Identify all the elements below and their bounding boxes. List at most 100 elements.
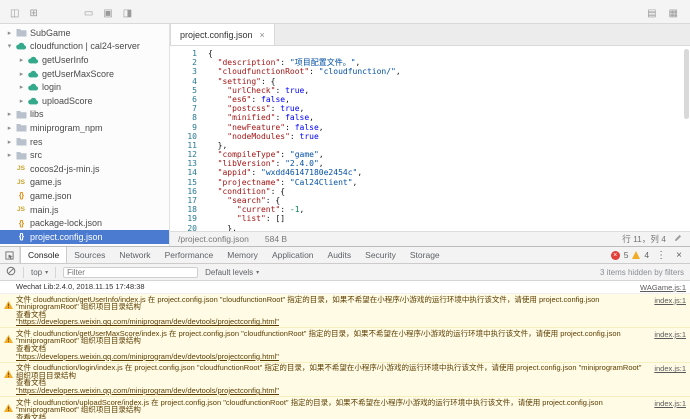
devtools-tab-audits[interactable]: Audits	[321, 247, 359, 263]
layout-row-icon[interactable]: ▭	[84, 8, 93, 19]
warning-badge-icon[interactable]	[632, 251, 641, 259]
devtools-tab-network[interactable]: Network	[112, 247, 157, 263]
clear-console-icon[interactable]	[6, 266, 16, 278]
console-filter-input[interactable]	[63, 266, 199, 278]
doc-link[interactable]: "https://developers.weixin.qq.com/minipr…	[16, 386, 279, 395]
console-source-link[interactable]: index.js:1	[654, 399, 686, 419]
line-number: 17	[187, 196, 197, 205]
tree-item-miniprogram-npm[interactable]: ▸ miniprogram_npm	[0, 121, 169, 135]
layout-box-icon[interactable]: ▣	[103, 8, 112, 19]
line-number: 16	[187, 186, 197, 196]
wechat-devtools-window: ◫ ⊞ ▭ ▣ ◨ ▤ ▦ ▸ SubGame ▾ cloudfunction | cal24…	[0, 0, 690, 419]
log-levels-dropdown[interactable]: Default levels ▾	[205, 268, 259, 277]
editor-tabstrip: project.config.json ×	[170, 24, 690, 46]
chevron-collapsed-icon[interactable]: ▸	[17, 97, 26, 105]
tree-item-main-js[interactable]: JS main.js	[0, 203, 169, 217]
code-line: "projectname": "Cal24Client",	[217, 177, 358, 187]
tree-item-project-config-json[interactable]: {} project.config.json	[0, 229, 169, 244]
tree-item-game-js[interactable]: JS game.js	[0, 176, 169, 190]
tree-item-getusermaxscore[interactable]: ▸ getUserMaxScore	[0, 67, 169, 81]
editor-scrollbar[interactable]	[684, 49, 689, 119]
line-number: 8	[192, 113, 197, 123]
line-number: 14	[187, 168, 197, 178]
console-message-warning: 文件 cloudfunction/login/index.js 在 projec…	[0, 362, 690, 398]
console-source-link[interactable]: WAGame.js:1	[640, 283, 686, 292]
context-label: top	[31, 267, 43, 277]
inspect-element-icon[interactable]	[0, 247, 20, 263]
tree-item-src[interactable]: ▸ src	[0, 148, 169, 162]
chevron-collapsed-icon[interactable]: ▸	[5, 110, 14, 118]
chevron-collapsed-icon[interactable]: ▸	[5, 29, 14, 37]
console-message-warning: 文件 cloudfunction/uploadScore/index.js 在 …	[0, 397, 690, 419]
tree-item-label: cocos2d-js-min.js	[30, 163, 100, 174]
sidebar-toggle-icon[interactable]: ◫	[10, 8, 19, 19]
chevron-collapsed-icon[interactable]: ▸	[17, 56, 26, 64]
code-line: "es6": false,	[227, 94, 290, 104]
execution-context-dropdown[interactable]: top ▾	[31, 268, 48, 277]
doc-link[interactable]: "https://developers.weixin.qq.com/minipr…	[16, 317, 279, 326]
devtools-tab-storage[interactable]: Storage	[403, 247, 447, 263]
console-source-link[interactable]: index.js:1	[654, 364, 686, 394]
chevron-down-icon: ▾	[45, 269, 49, 276]
error-badge-icon[interactable]: ×	[610, 250, 620, 260]
warning-triangle-icon	[4, 364, 16, 394]
code-content: { "description": "项目配置文件。", "cloudfuncti…	[204, 46, 690, 231]
code-editor[interactable]: 1 2 3 4 5 6 7 8 9 10 11 12 13 14 15 16 17 18 19 20 { "descr…	[170, 46, 690, 231]
line-number: 11	[187, 140, 197, 150]
warning-count[interactable]: 4	[644, 250, 649, 260]
console-source-link[interactable]: index.js:1	[654, 330, 686, 360]
tree-item-getuserinfo[interactable]: ▸ getUserInfo	[0, 53, 169, 67]
editor-tab-title: project.config.json	[180, 29, 253, 40]
tree-item-login[interactable]: ▸ login	[0, 80, 169, 94]
tree-item-libs[interactable]: ▸ libs	[0, 108, 169, 122]
folder-file-icon	[14, 28, 28, 37]
devtools-tab-memory[interactable]: Memory	[220, 247, 265, 263]
statusbar-file-path: /project.config.json	[178, 234, 249, 244]
code-line: "condition": {	[217, 186, 286, 196]
devtools-tab-application[interactable]: Application	[265, 247, 321, 263]
code-line: },	[227, 223, 237, 231]
console-message-warning: 文件 cloudfunction/getUserInfo/index.js 在 …	[0, 294, 690, 329]
code-line: "setting": {	[217, 76, 276, 86]
tree-item-cloudfunction-cal24-server[interactable]: ▾ cloudfunction | cal24-server	[0, 40, 169, 54]
chevron-collapsed-icon[interactable]: ▸	[17, 70, 26, 78]
devtools-tab-console[interactable]: Console	[20, 247, 68, 263]
editor-panel-icon[interactable]: ⊞	[29, 8, 37, 19]
tree-item-uploadscore[interactable]: ▸ uploadScore	[0, 94, 169, 108]
cloud-file-icon	[26, 83, 40, 91]
tree-item-label: cloudfunction | cal24-server	[30, 41, 140, 52]
chevron-expanded-icon[interactable]: ▾	[5, 42, 14, 50]
console-source-link[interactable]: index.js:1	[654, 296, 686, 326]
tree-item-package-lock-json[interactable]: {} package-lock.json	[0, 216, 169, 230]
devtools-close-icon[interactable]: ×	[673, 250, 685, 261]
devtools-tab-performance[interactable]: Performance	[158, 247, 221, 263]
window-layout-icon[interactable]: ▤	[647, 8, 656, 19]
devtools-tab-sources[interactable]: Sources	[67, 247, 112, 263]
tree-item-label: libs	[30, 109, 44, 120]
chevron-collapsed-icon[interactable]: ▸	[5, 124, 14, 132]
toolbar-separator	[23, 266, 24, 278]
chevron-collapsed-icon[interactable]: ▸	[17, 83, 26, 91]
tab-close-icon[interactable]: ×	[260, 30, 265, 40]
code-line: "list": []	[236, 214, 286, 224]
doc-link[interactable]: "https://developers.weixin.qq.com/minipr…	[16, 352, 279, 361]
devtools-tab-security[interactable]: Security	[358, 247, 403, 263]
code-line: "nodeModules": true	[227, 131, 319, 141]
tree-item-label: game.js	[30, 177, 62, 188]
toolbar-separator	[55, 266, 57, 278]
tree-item-game-json[interactable]: {} game.json	[0, 189, 169, 203]
code-line: "cloudfunctionRoot": "cloudfunction/",	[217, 67, 401, 77]
code-line: },	[217, 140, 228, 150]
editor-tab-project-config[interactable]: project.config.json ×	[170, 24, 275, 45]
devtools-menu-icon[interactable]: ⋮	[653, 250, 669, 261]
console-message-text: 文件 cloudfunction/getUserInfo/index.js 在 …	[16, 294, 600, 327]
window-grid-icon[interactable]: ▦	[669, 8, 678, 19]
line-number: 7	[192, 104, 197, 114]
layout-split-icon[interactable]: ◨	[123, 8, 132, 19]
tree-item-cocos2d-js-min-js[interactable]: JS cocos2d-js-min.js	[0, 162, 169, 176]
tree-item-res[interactable]: ▸ res	[0, 135, 169, 149]
chevron-collapsed-icon[interactable]: ▸	[5, 138, 14, 146]
chevron-collapsed-icon[interactable]: ▸	[5, 151, 14, 159]
error-count[interactable]: 5	[624, 250, 629, 260]
tree-item-subgame[interactable]: ▸ SubGame	[0, 26, 169, 40]
